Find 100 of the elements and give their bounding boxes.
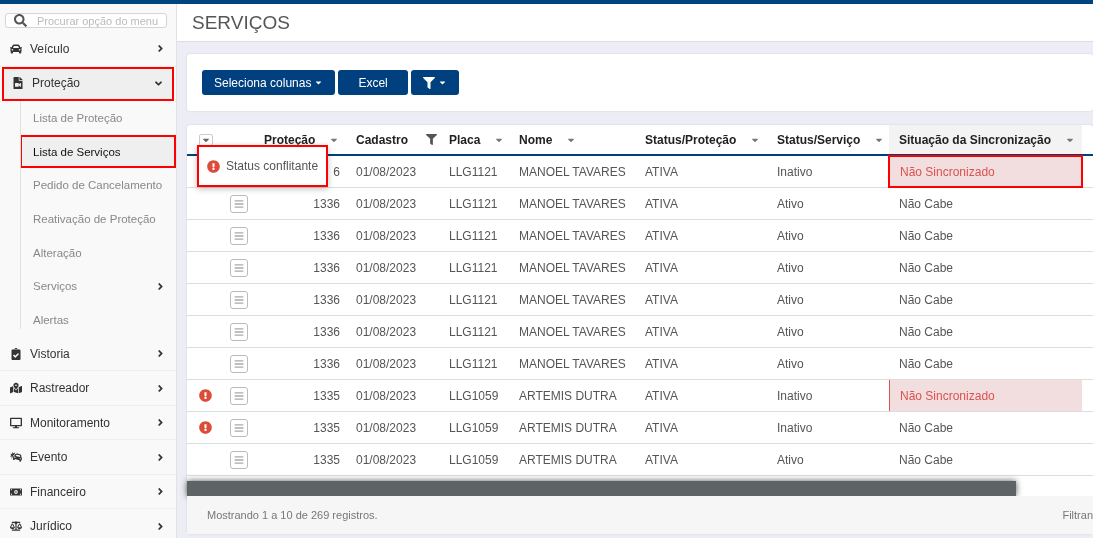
table-cell: LLG1121: [449, 324, 498, 339]
chevron-right-icon: [155, 451, 166, 463]
sync-status-cell-text: Não Cabe: [898, 419, 955, 437]
sidebar-item[interactable]: Veículo: [0, 32, 176, 67]
details-button[interactable]: [230, 418, 248, 437]
table-cell: Ativo: [777, 324, 804, 339]
table-cell: Ativo: [777, 356, 804, 371]
sync-status-cell-text: Não Cabe: [898, 355, 955, 373]
table-cell: Inativo: [777, 164, 813, 179]
column-header[interactable]: Status/Proteção: [635, 125, 767, 154]
table-cell: MANOEL TAVARES: [519, 196, 626, 211]
sidebar-item[interactable]: Evento: [0, 440, 176, 475]
caret-icon: [314, 78, 324, 87]
column-header[interactable]: Status/Serviço: [767, 125, 889, 154]
car-icon: [10, 42, 22, 55]
table-cell: ARTEMIS DUTRA: [519, 452, 617, 467]
search-field[interactable]: Procurar opção do menu: [5, 13, 167, 28]
column-header[interactable]: Cadastro: [346, 125, 439, 154]
sidebar-item[interactable]: Monitoramento: [0, 405, 176, 441]
list-icon: [234, 262, 244, 273]
column-header[interactable]: Placa: [439, 125, 509, 154]
warning-icon[interactable]: [199, 421, 212, 434]
table-cell: MANOEL TAVARES: [519, 292, 626, 307]
table-cell: Ativo: [777, 292, 804, 307]
chevron-right-icon: [155, 520, 166, 532]
table-cell: 1336: [313, 324, 340, 339]
sidebar-item[interactable]: Proteção: [2, 66, 174, 101]
sidebar-item[interactable]: Financeiro: [0, 474, 176, 510]
table-cell: 1335: [313, 420, 340, 435]
details-button[interactable]: [230, 226, 248, 245]
table-cell: ARTEMIS DUTRA: [519, 420, 617, 435]
columns-dropdown-button[interactable]: Seleciona colunas: [202, 70, 336, 95]
table-cell: ATIVA: [645, 196, 678, 211]
submenu-item[interactable]: Serviços: [33, 269, 176, 304]
table-cell: ATIVA: [645, 420, 678, 435]
clipboard-check-icon: [10, 347, 22, 360]
table-cell: MANOEL TAVARES: [519, 356, 626, 371]
filter-icon: [426, 134, 437, 145]
submenu-item[interactable]: Alteração: [33, 235, 176, 270]
table-cell: 01/08/2023: [356, 452, 417, 467]
table-cell: 1335: [313, 388, 340, 403]
table-cell: ATIVA: [645, 292, 678, 307]
submenu-item[interactable]: Pedido de Cancelamento: [33, 168, 176, 203]
table-cell: ATIVA: [645, 164, 678, 179]
table-cell: 01/08/2023: [356, 196, 417, 211]
document-icon: [12, 77, 24, 90]
sidebar-item[interactable]: Rastreador: [0, 371, 176, 406]
sidebar-item[interactable]: Jurídico: [0, 509, 176, 538]
list-icon: [234, 230, 244, 241]
chevron-right-icon: [155, 280, 166, 292]
table-cell: LLG1059: [449, 452, 499, 467]
horizontal-scrollbar[interactable]: [187, 481, 1016, 496]
tooltip-text: Status conflitante: [226, 159, 319, 173]
details-button[interactable]: [230, 194, 248, 213]
table-cell: 1336: [313, 228, 340, 243]
details-button[interactable]: [230, 290, 248, 309]
table-cell: 01/08/2023: [356, 228, 417, 243]
table-cell: 01/08/2023: [356, 292, 417, 307]
details-button[interactable]: [230, 386, 248, 405]
table-cell: Ativo: [777, 196, 804, 211]
submenu-item[interactable]: Lista de Serviços: [20, 134, 176, 169]
chevron-right-icon: [155, 43, 166, 55]
sync-status-cell-text: Não Cabe: [898, 323, 955, 341]
table-cell: Inativo: [777, 420, 813, 435]
submenu-item[interactable]: Lista de Proteção: [33, 101, 176, 135]
column-header[interactable]: Nome: [509, 125, 635, 154]
table-cell: ATIVA: [645, 260, 678, 275]
filter-button[interactable]: [410, 70, 459, 95]
submenu-item[interactable]: Reativação de Proteção: [33, 202, 176, 236]
table-cell: 6: [333, 164, 340, 179]
table-cell: 01/08/2023: [356, 420, 417, 435]
warning-icon[interactable]: [199, 389, 212, 402]
excel-button[interactable]: Excel: [338, 70, 408, 95]
table-cell: LLG1121: [449, 228, 498, 243]
details-button[interactable]: [230, 258, 248, 277]
details-button[interactable]: [230, 450, 248, 469]
column-header[interactable]: Situação da Sincronização: [889, 125, 1082, 154]
records-info: Mostrando 1 a 10 de 269 registros.: [207, 509, 378, 521]
table-cell: 1336: [313, 260, 340, 275]
table-cell: 01/08/2023: [356, 164, 417, 179]
caret-icon: [437, 78, 447, 87]
sidebar-item[interactable]: Vistoria: [0, 336, 176, 372]
table-cell: LLG1121: [449, 292, 498, 307]
sync-status-cell-text: Não Cabe: [898, 291, 955, 309]
details-button[interactable]: [230, 322, 248, 341]
table-cell: LLG1121: [449, 196, 498, 211]
table-cell: ATIVA: [645, 452, 678, 467]
column-header[interactable]: Proteção: [254, 125, 346, 154]
submenu-item[interactable]: Alertas: [33, 303, 176, 337]
table-cell: LLG1059: [449, 388, 499, 403]
scales-icon: [10, 520, 22, 533]
table-cell: 1335: [313, 452, 340, 467]
table-cell: 1336: [313, 356, 340, 371]
table-cell: MANOEL TAVARES: [519, 164, 626, 179]
chevron-right-icon: [155, 348, 166, 360]
table-cell: Ativo: [777, 260, 804, 275]
table-cell: ARTEMIS DUTRA: [519, 388, 617, 403]
details-button[interactable]: [230, 354, 248, 373]
sync-status-cell-text: Não Cabe: [898, 195, 955, 213]
map-marker-icon: [10, 382, 22, 395]
